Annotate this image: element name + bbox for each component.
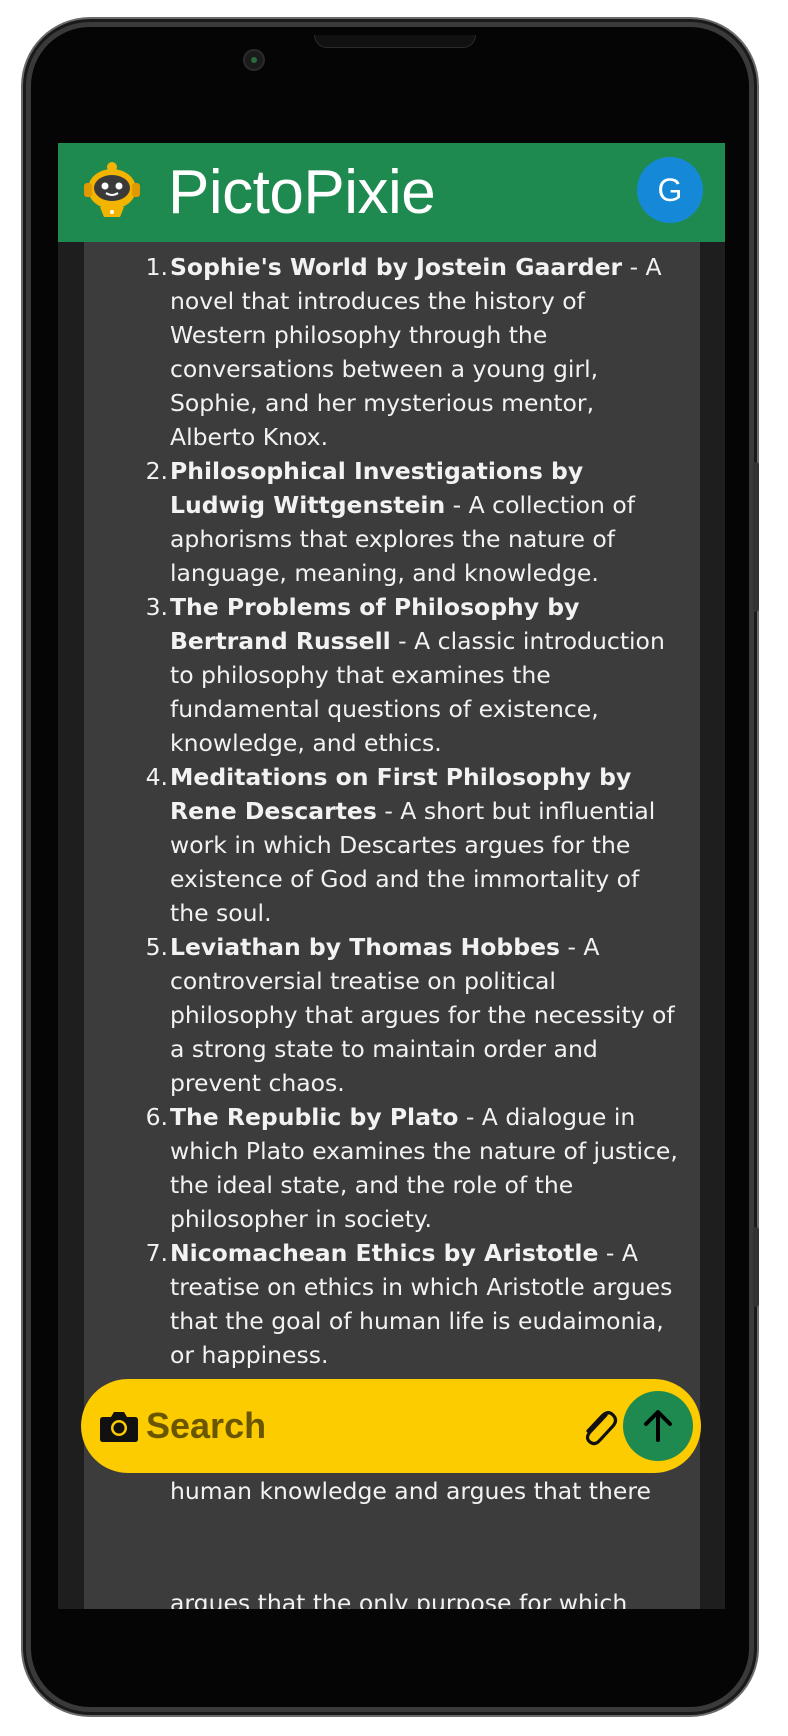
list-item: 1. Sophie's World by Jostein Gaarder - A … (146, 250, 684, 454)
book-title: Sophie's World by Jostein Gaarder (170, 253, 623, 281)
list-item-number: 5. (145, 933, 168, 961)
power-button (753, 462, 759, 612)
search-bar[interactable]: Search (81, 1379, 701, 1473)
arrow-up-icon (644, 1410, 672, 1442)
list-item-number: 3. (145, 593, 168, 621)
list-item: 4. Meditations on First Philosophy by Ren… (146, 760, 684, 930)
search-input[interactable]: Search (146, 1401, 266, 1451)
list-item-number: 7. (145, 1239, 168, 1267)
list-item: 5. Leviathan by Thomas Hobbes - A controv… (146, 930, 684, 1100)
robot-mascot-icon (84, 162, 140, 217)
paperclip-icon[interactable] (579, 1405, 619, 1447)
front-camera-icon (243, 49, 265, 71)
book-list: 1. Sophie's World by Jostein Gaarder - A … (84, 250, 700, 1508)
app-header: PictoPixie G (58, 143, 725, 242)
book-description: - A novel that introduces the history of… (170, 253, 662, 451)
list-item: 6. The Republic by Plato - A dialogue in … (146, 1100, 684, 1236)
list-item: 2. Philosophical Investigations by Ludwig… (146, 454, 684, 590)
list-item-number: 4. (145, 763, 168, 791)
list-item-number: 2. (145, 457, 168, 485)
list-item: 7. Nicomachean Ethics by Aristotle - A tr… (146, 1236, 684, 1372)
book-title: Leviathan by Thomas Hobbes (170, 933, 560, 961)
phone-frame: PictoPixie G 1. Sophie's World by Jostein… (26, 22, 759, 1712)
list-item-number: 1. (145, 253, 168, 281)
volume-button (753, 1227, 759, 1307)
app-title: PictoPixie (168, 158, 436, 227)
book-title: The Republic by Plato (170, 1103, 459, 1131)
send-button[interactable] (623, 1391, 693, 1461)
camera-icon[interactable] (99, 1409, 139, 1443)
user-avatar[interactable]: G (637, 157, 703, 223)
list-item-number: 6. (145, 1103, 168, 1131)
notch (314, 35, 476, 48)
partial-text-line: argues that the only purpose for which (170, 1589, 628, 1609)
book-title: Nicomachean Ethics by Aristotle (170, 1239, 599, 1267)
list-item: 3. The Problems of Philosophy by Bertrand… (146, 590, 684, 760)
